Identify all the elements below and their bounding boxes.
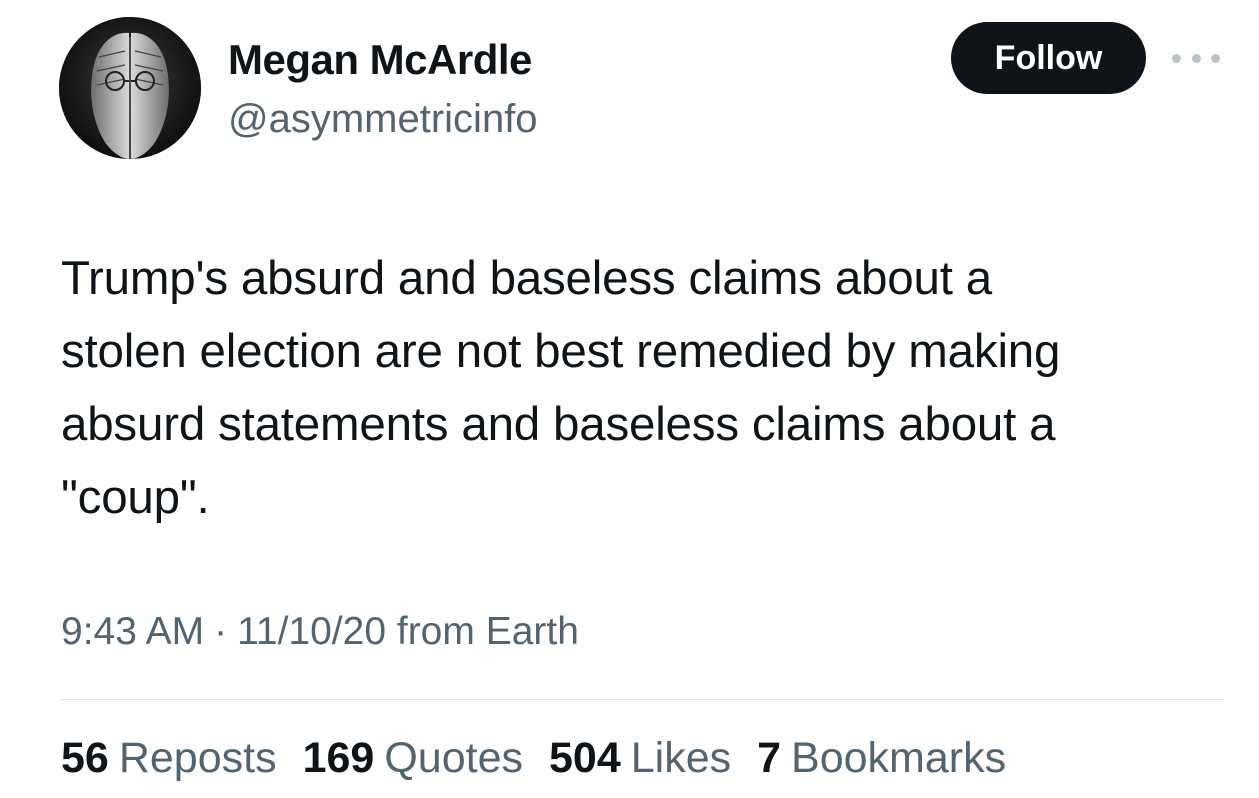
follow-button[interactable]: Follow: [951, 22, 1146, 94]
reposts-stat[interactable]: 56 Reposts: [61, 734, 277, 783]
ellipsis-dot: [1211, 53, 1220, 63]
tweet-text: Trump's absurd and baseless claims about…: [61, 252, 1061, 524]
likes-label: Likes: [630, 734, 732, 782]
divider: [61, 699, 1224, 700]
reposts-label: Reposts: [118, 734, 277, 782]
profile-photo-icon: [59, 17, 201, 159]
bookmarks-stat[interactable]: 7 Bookmarks: [757, 734, 1006, 783]
likes-count: 504: [548, 734, 621, 782]
quotes-stat[interactable]: 169 Quotes: [303, 734, 523, 783]
quotes-label: Quotes: [384, 734, 523, 782]
tweet-source: from Earth: [396, 610, 579, 653]
author-handle[interactable]: @asymmetricinfo: [228, 97, 538, 142]
reposts-count: 56: [61, 734, 109, 782]
ellipsis-dot: [1191, 53, 1201, 63]
quotes-count: 169: [302, 734, 375, 782]
bookmarks-count: 7: [757, 734, 782, 782]
meta-separator: ·: [214, 610, 228, 653]
tweet-stats: 56 Reposts 169 Quotes 504 Likes 7 Bookmarks: [61, 734, 1006, 783]
ellipsis-dot: [1172, 53, 1181, 63]
tweet-date[interactable]: 11/10/20: [237, 610, 386, 653]
tweet-meta: 9:43 AM · 11/10/20 from Earth: [61, 610, 579, 654]
bookmarks-label: Bookmarks: [791, 734, 1007, 782]
likes-stat[interactable]: 504 Likes: [549, 734, 731, 783]
author-display-name[interactable]: Megan McArdle: [228, 36, 532, 84]
avatar[interactable]: [59, 17, 201, 159]
tweet-time[interactable]: 9:43 AM: [61, 610, 204, 653]
ellipsis-icon[interactable]: [1172, 48, 1220, 68]
